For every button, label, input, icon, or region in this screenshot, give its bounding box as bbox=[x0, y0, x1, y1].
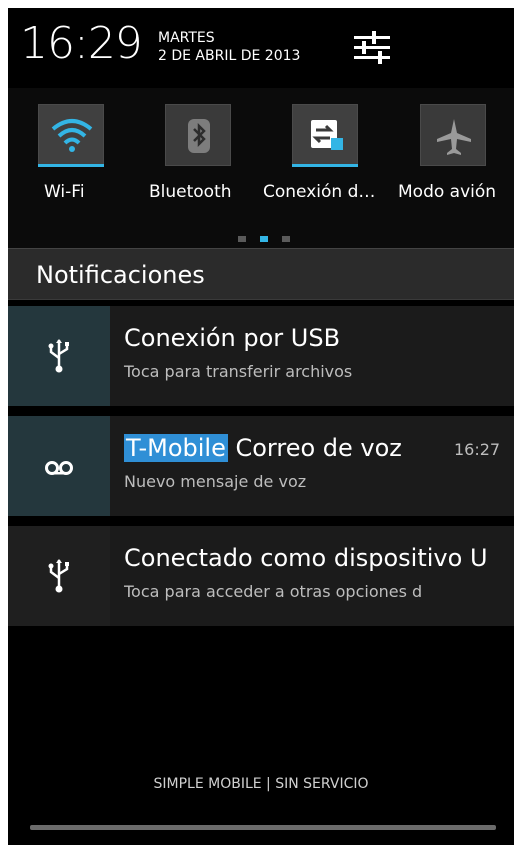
tile-bluetooth[interactable]: Bluetooth bbox=[135, 104, 255, 204]
notification-voicemail[interactable]: T-Mobile Correo de voz 16:27 Nuevo mensa… bbox=[8, 416, 514, 516]
settings-sliders-icon bbox=[354, 31, 390, 64]
usb-icon bbox=[48, 339, 69, 373]
notification-icon-area bbox=[8, 306, 110, 406]
tile-wifi-label: Wi-Fi bbox=[44, 182, 85, 202]
notification-usb[interactable]: Conexión por USB Toca para transferir ar… bbox=[8, 306, 514, 406]
tile-airplane[interactable]: Modo avión bbox=[390, 104, 510, 204]
tile-airplane-box bbox=[420, 104, 486, 166]
notification-icon-area bbox=[8, 526, 110, 626]
tile-wifi-active-bar bbox=[38, 164, 104, 167]
tile-wifi[interactable]: Wi-Fi bbox=[8, 104, 128, 204]
notification-time: 16:27 bbox=[454, 440, 501, 459]
quick-settings-panel: Wi-Fi Bluetooth Conexión d… Modo avión bbox=[8, 88, 514, 256]
status-header: 16:29 MARTES 2 DE ABRIL DE 2013 bbox=[8, 8, 514, 88]
notification-subtitle: Nuevo mensaje de voz bbox=[124, 472, 307, 491]
drag-handle[interactable] bbox=[30, 825, 496, 830]
page-dot bbox=[282, 236, 290, 242]
data-connection-icon bbox=[311, 120, 343, 150]
tile-data-box bbox=[292, 104, 358, 166]
tile-data-label: Conexión d… bbox=[263, 182, 376, 202]
carrier-status: SIMPLE MOBILE | SIN SERVICIO bbox=[153, 776, 369, 792]
notification-title: Conexión por USB bbox=[124, 324, 341, 352]
notification-title-text: Correo de voz bbox=[235, 434, 402, 462]
tile-wifi-box bbox=[38, 104, 104, 166]
notification-usb-device[interactable]: Conectado como dispositivo U Toca para a… bbox=[8, 526, 514, 626]
notification-icon-area bbox=[8, 416, 110, 516]
usb-icon bbox=[48, 559, 69, 593]
airplane-icon bbox=[437, 119, 471, 155]
notification-title: T-Mobile Correo de voz bbox=[124, 434, 402, 462]
date[interactable]: 2 DE ABRIL DE 2013 bbox=[158, 48, 300, 64]
tile-bluetooth-box bbox=[165, 104, 231, 166]
tile-bluetooth-label: Bluetooth bbox=[149, 182, 232, 202]
notifications-header: Notificaciones bbox=[8, 248, 514, 300]
settings-button[interactable] bbox=[350, 26, 394, 70]
tile-airplane-label: Modo avión bbox=[398, 182, 497, 202]
page-dot bbox=[238, 236, 246, 242]
wifi-icon bbox=[51, 119, 93, 152]
notification-shade: 16:29 MARTES 2 DE ABRIL DE 2013 Wi-Fi Bl… bbox=[8, 8, 514, 845]
notification-subtitle: Toca para transferir archivos bbox=[124, 362, 353, 381]
voicemail-icon bbox=[45, 461, 73, 475]
page-indicator bbox=[238, 236, 298, 244]
notifications-title: Notificaciones bbox=[36, 261, 205, 289]
bluetooth-icon bbox=[188, 119, 210, 153]
page-dot-active bbox=[260, 236, 268, 242]
notification-title: Conectado como dispositivo U bbox=[124, 544, 488, 572]
highlighted-sender: T-Mobile bbox=[124, 434, 228, 462]
tile-data-active-bar bbox=[292, 164, 358, 167]
clock[interactable]: 16:29 bbox=[20, 18, 143, 70]
notification-subtitle: Toca para acceder a otras opciones d bbox=[124, 582, 423, 601]
tile-data-connection[interactable]: Conexión d… bbox=[262, 104, 382, 204]
day-name: MARTES bbox=[158, 30, 215, 46]
